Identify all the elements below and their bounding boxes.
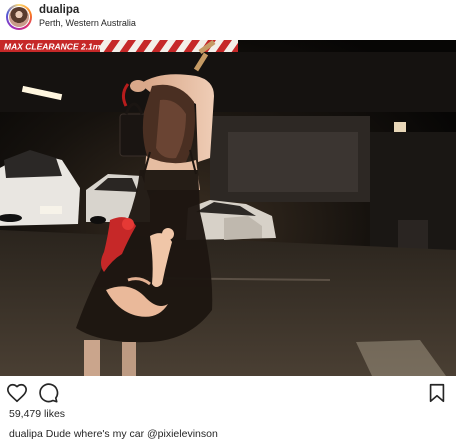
post-caption: dualipa Dude where's my car @pixielevins… — [9, 428, 218, 440]
caption-username[interactable]: dualipa — [9, 428, 43, 440]
likes-count[interactable]: 59,479 likes — [9, 408, 65, 420]
post-header: dualipa Perth, Western Australia — [0, 0, 456, 38]
action-bar — [0, 380, 456, 406]
clearance-sign-text: MAX CLEARANCE 2.1m — [4, 42, 101, 52]
location-link[interactable]: Perth, Western Australia — [39, 18, 136, 28]
heart-icon[interactable] — [6, 382, 28, 404]
avatar[interactable] — [6, 4, 32, 30]
username-link[interactable]: dualipa — [39, 4, 79, 16]
bookmark-icon[interactable] — [426, 382, 448, 404]
caption-mention-link[interactable]: @pixielevinson — [147, 428, 218, 440]
comment-icon[interactable] — [37, 382, 59, 404]
instagram-post: dualipa Perth, Western Australia MAX CLE… — [0, 0, 456, 446]
post-photo[interactable]: MAX CLEARANCE 2.1m — [0, 40, 456, 376]
avatar-photo — [9, 7, 29, 27]
caption-text: Dude where's my car — [45, 428, 145, 440]
